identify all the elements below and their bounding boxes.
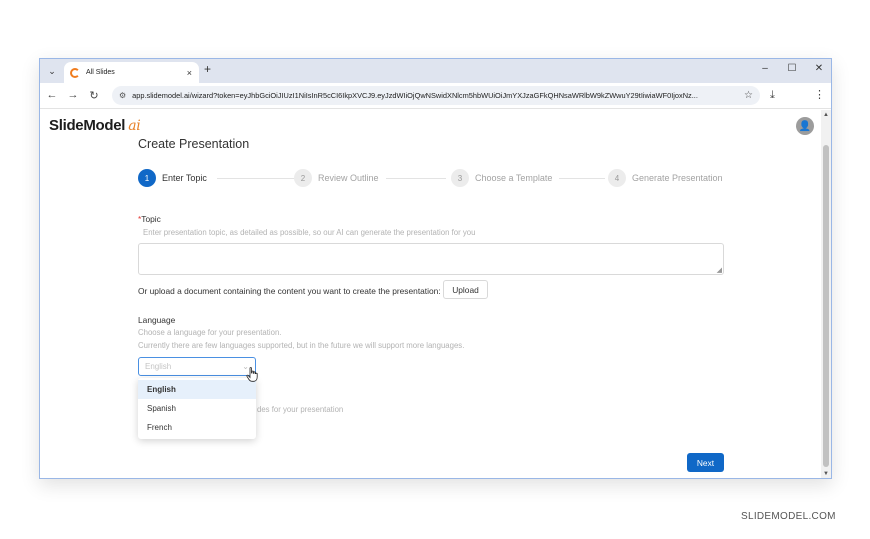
step-generate-presentation[interactable]: 4 Generate Presentation: [608, 169, 723, 187]
browser-menu-icon[interactable]: ⋮: [814, 88, 825, 101]
step-label: Enter Topic: [162, 173, 207, 183]
new-tab-button[interactable]: +: [204, 62, 211, 76]
browser-window: ⌄ All Slides × + – ☐ ✕ ← → ↻ ⚙ app.slide…: [39, 58, 832, 479]
minimize-window-button[interactable]: –: [758, 63, 772, 74]
step-number: 1: [138, 169, 156, 187]
step-enter-topic[interactable]: 1 Enter Topic: [138, 169, 207, 187]
partial-help-text: des for your presentation: [257, 405, 344, 414]
slidemodel-favicon-icon: [70, 67, 80, 78]
topic-help: Enter presentation topic, as detailed as…: [143, 228, 476, 237]
slidemodel-watermark: SLIDEMODEL.COM: [741, 511, 836, 522]
download-icon[interactable]: ⤓: [770, 89, 775, 102]
topic-textarea[interactable]: ◢: [138, 243, 724, 275]
tab-all-slides[interactable]: All Slides ×: [64, 62, 199, 83]
maximize-window-button[interactable]: ☐: [785, 63, 799, 74]
language-label: Language: [138, 315, 176, 325]
language-select-value: English: [145, 362, 172, 371]
wizard-steps: 1 Enter Topic 2 Review Outline 3 Choose …: [138, 169, 728, 189]
step-connector: [217, 178, 297, 179]
address-bar[interactable]: ⚙ app.slidemodel.ai/wizard?token=eyJhbGc…: [112, 86, 760, 105]
back-button[interactable]: ←: [45, 89, 59, 101]
slidemodel-logo[interactable]: SlideModel ai: [49, 117, 141, 134]
scroll-down-icon[interactable]: ▼: [823, 471, 829, 477]
close-window-button[interactable]: ✕: [812, 63, 826, 74]
step-connector: [559, 178, 605, 179]
scroll-up-icon[interactable]: ▲: [823, 112, 829, 118]
hand-cursor-icon: [246, 367, 258, 382]
language-option-french[interactable]: French: [138, 418, 256, 437]
tab-strip: ⌄ All Slides × + – ☐ ✕: [40, 59, 831, 83]
page-scrollbar[interactable]: ▲ ▼: [821, 110, 831, 478]
reload-button[interactable]: ↻: [87, 89, 101, 102]
avatar-glyph: 👤: [798, 120, 812, 132]
close-tab-icon[interactable]: ×: [187, 68, 192, 78]
forward-button[interactable]: →: [66, 89, 80, 101]
next-button[interactable]: Next: [687, 453, 724, 472]
logo-ai-text: ai: [128, 118, 141, 134]
tab-title: All Slides: [86, 69, 115, 76]
tab-search-icon[interactable]: ⌄: [44, 63, 60, 79]
step-number: 4: [608, 169, 626, 187]
page-viewport: SlideModel ai 👤 Create Presentation 1 Ent…: [40, 110, 821, 478]
step-label: Generate Presentation: [632, 173, 723, 183]
upload-prompt: Or upload a document containing the cont…: [138, 286, 441, 296]
step-label: Review Outline: [318, 173, 379, 183]
step-choose-template[interactable]: 3 Choose a Template: [451, 169, 552, 187]
language-option-spanish[interactable]: Spanish: [138, 399, 256, 418]
logo-text: SlideModel: [49, 117, 126, 134]
step-review-outline[interactable]: 2 Review Outline: [294, 169, 379, 187]
topic-label-text: Topic: [141, 214, 161, 224]
step-label: Choose a Template: [475, 173, 553, 183]
language-option-english[interactable]: English: [138, 380, 256, 399]
navigation-bar: ← → ↻ ⚙ app.slidemodel.ai/wizard?token=e…: [40, 83, 831, 109]
step-connector: [386, 178, 446, 179]
upload-button[interactable]: Upload: [443, 280, 488, 299]
resize-grip-icon[interactable]: ◢: [717, 266, 722, 274]
language-dropdown: English Spanish French: [138, 378, 256, 439]
step-number: 3: [451, 169, 469, 187]
language-select[interactable]: English ⌄: [138, 357, 256, 376]
user-avatar-icon[interactable]: 👤: [796, 117, 814, 135]
language-help-2: Currently there are few languages suppor…: [138, 341, 465, 350]
bookmark-star-icon[interactable]: ☆: [744, 90, 753, 101]
url-text[interactable]: app.slidemodel.ai/wizard?token=eyJhbGciO…: [132, 91, 740, 100]
language-help-1: Choose a language for your presentation.: [138, 328, 282, 337]
scrollbar-thumb[interactable]: [823, 145, 829, 467]
step-number: 2: [294, 169, 312, 187]
site-info-icon[interactable]: ⚙: [119, 91, 126, 100]
page-title: Create Presentation: [138, 137, 250, 151]
topic-label: *Topic: [138, 214, 161, 224]
